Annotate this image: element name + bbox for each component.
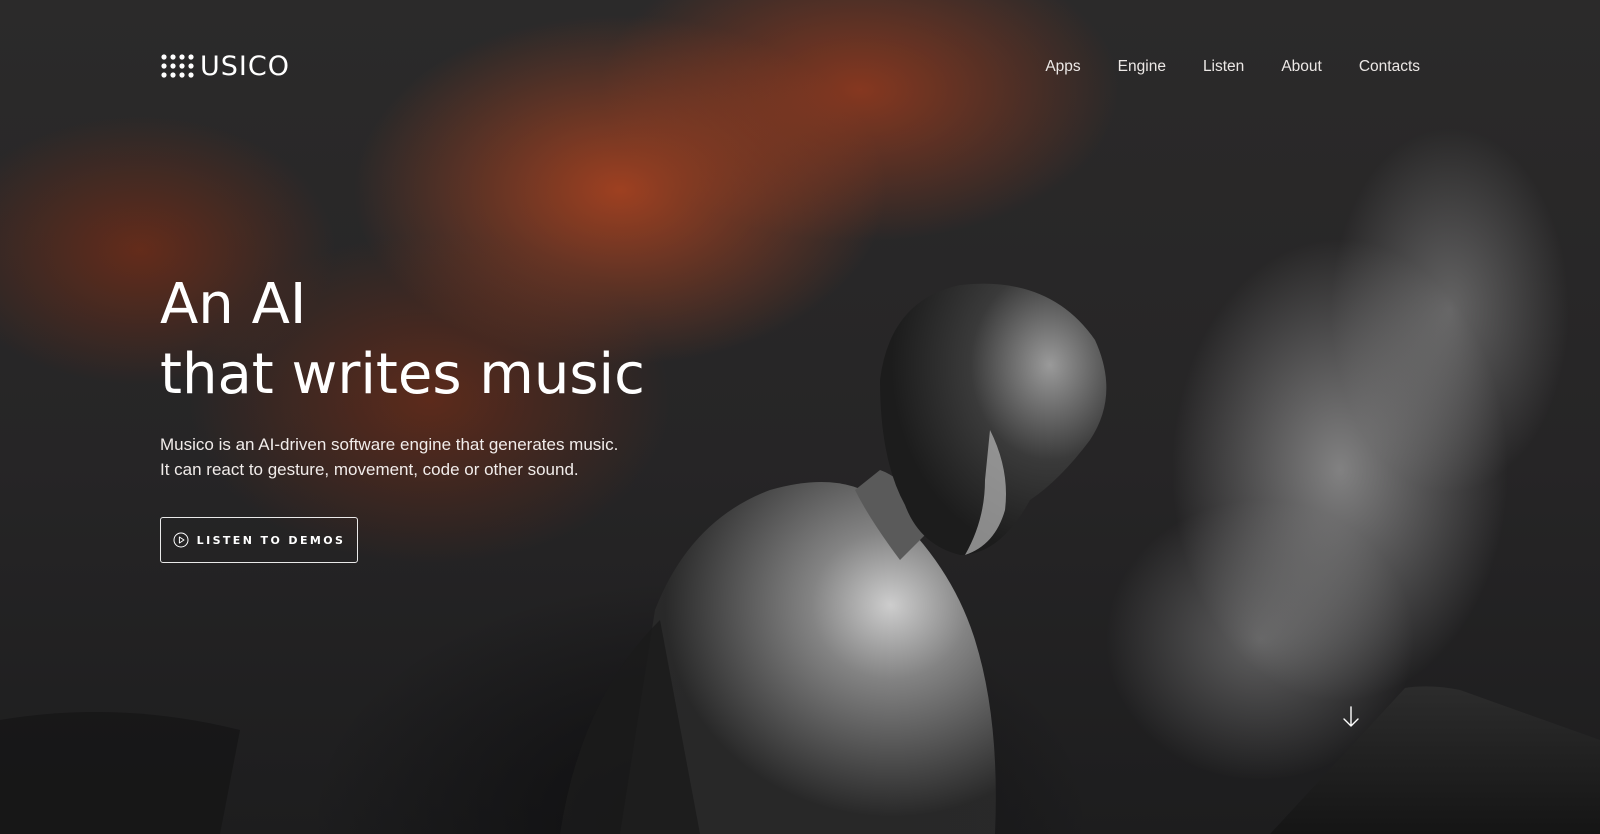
menu-item-apps: Apps (1045, 56, 1080, 76)
nav-link-about[interactable]: About (1281, 58, 1322, 75)
musico-logo[interactable]: USICO (160, 53, 290, 80)
hero-copy: An AI that writes music Musico is an AI-… (160, 270, 760, 563)
hero-description: Musico is an AI-driven software engine t… (160, 432, 760, 482)
main-menu: Apps Engine Listen About Contacts (1045, 56, 1420, 76)
menu-item-about: About (1281, 56, 1322, 76)
description-line-1: Musico is an AI-driven software engine t… (160, 435, 619, 454)
menu-item-contacts: Contacts (1359, 56, 1420, 76)
nav-link-listen[interactable]: Listen (1203, 58, 1244, 75)
headline-line-1: An AI (160, 272, 307, 337)
play-circle-icon (173, 532, 189, 548)
nav-link-engine[interactable]: Engine (1118, 58, 1166, 75)
top-navigation: USICO Apps Engine Listen About Contacts (160, 44, 1420, 88)
menu-item-engine: Engine (1118, 56, 1166, 76)
listen-to-demos-button[interactable]: LISTEN TO DEMOS (160, 517, 358, 563)
hero-section: USICO Apps Engine Listen About Contacts … (0, 0, 1600, 834)
logo-dots-icon (161, 54, 194, 78)
nav-link-contacts[interactable]: Contacts (1359, 58, 1420, 75)
arrow-down-icon[interactable] (1341, 705, 1361, 729)
cta-label: LISTEN TO DEMOS (196, 533, 346, 547)
description-line-2: It can react to gesture, movement, code … (160, 460, 579, 479)
menu-item-listen: Listen (1203, 56, 1244, 76)
nav-link-apps[interactable]: Apps (1045, 58, 1080, 75)
headline-line-2: that writes music (160, 342, 645, 407)
hero-headline: An AI that writes music (160, 270, 760, 410)
logo-text: USICO (200, 50, 290, 82)
